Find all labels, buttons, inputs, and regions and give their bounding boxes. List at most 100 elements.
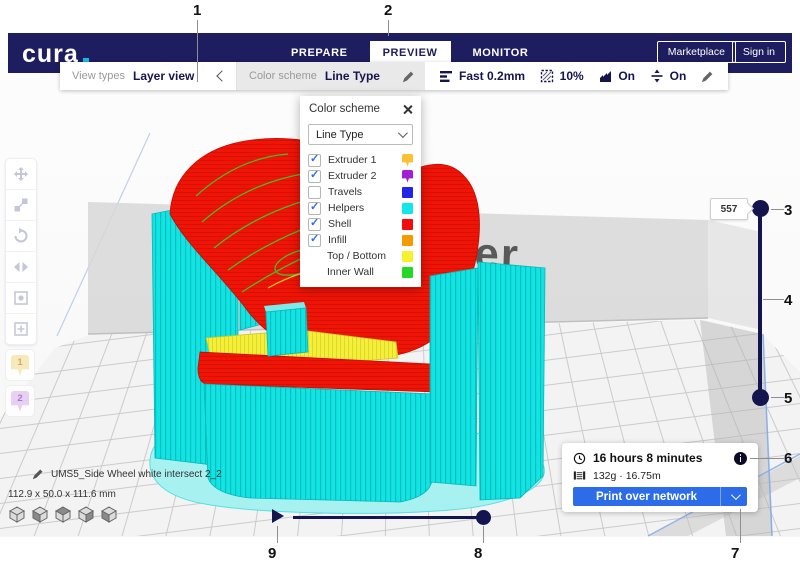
move-icon: [13, 166, 29, 182]
print-time-estimate: 16 hours 8 minutes: [593, 451, 702, 465]
color-swatch: [402, 251, 413, 262]
view-types-selector[interactable]: View types Layer view: [60, 62, 237, 90]
callout-line-5: [771, 397, 784, 398]
support-icon: [598, 69, 612, 83]
print-button-dropdown[interactable]: [720, 487, 747, 506]
color-scheme-row[interactable]: Travels: [300, 184, 421, 200]
adhesion-icon: [650, 69, 664, 83]
model-name: UMS5_Side Wheel white intersect 2_2: [51, 469, 222, 480]
print-over-network-button[interactable]: Print over network: [573, 487, 747, 506]
checkbox-checked[interactable]: ✓: [308, 218, 321, 231]
sign-in-button[interactable]: Sign in: [732, 41, 786, 63]
extruder-1-badge[interactable]: 1: [5, 349, 35, 381]
edit-pencil-icon[interactable]: [402, 70, 415, 83]
color-scheme-value: Line Type: [325, 69, 380, 83]
color-scheme-row[interactable]: Top / Bottom: [300, 248, 421, 264]
tool-support-blocker-icon[interactable]: [6, 314, 36, 344]
checkbox-checked[interactable]: ✓: [308, 170, 321, 183]
rename-pencil-icon[interactable]: [32, 468, 44, 480]
color-scheme-row[interactable]: Inner Wall: [300, 264, 421, 280]
popup-header: Color scheme: [300, 96, 421, 122]
color-scheme-row[interactable]: ✓Extruder 1: [300, 152, 421, 168]
cura-preview-window: ker: [0, 0, 800, 566]
color-scheme-row[interactable]: ✓Infill: [300, 232, 421, 248]
check-icon: ✓: [310, 200, 319, 213]
color-scheme-row[interactable]: ✓Extruder 2: [300, 168, 421, 184]
color-scheme-row[interactable]: ✓ Helpers: [300, 200, 421, 216]
view-front-button[interactable]: [31, 505, 49, 529]
callout-line-8: [483, 526, 484, 543]
line-type-label: Top / Bottom: [327, 250, 386, 262]
support-setting: On: [598, 69, 635, 83]
tool-rotate-icon[interactable]: [6, 221, 36, 252]
chevron-down-icon: [398, 128, 408, 138]
tool-move-icon[interactable]: [6, 159, 36, 190]
checkbox-checked[interactable]: ✓: [308, 234, 321, 247]
extruder-column: 12: [5, 349, 37, 417]
layer-slider-top-handle[interactable]: [752, 200, 769, 217]
line-type-label: Shell: [328, 218, 351, 230]
color-swatch: [402, 170, 413, 183]
layer-slider-track[interactable]: [758, 209, 762, 397]
tool-sidebar: 12: [5, 158, 37, 417]
view-top-button[interactable]: [54, 505, 72, 529]
info-icon[interactable]: [734, 452, 747, 465]
layer-slider-bottom-handle[interactable]: [752, 389, 769, 406]
print-settings-summary[interactable]: Fast 0.2mm 10% On: [425, 62, 728, 90]
print-action-panel: 16 hours 8 minutes 132g · 16.75m Print o…: [562, 443, 758, 512]
line-type-label: Travels: [328, 186, 362, 198]
edit-print-settings-icon[interactable]: [701, 70, 714, 83]
play-icon[interactable]: [272, 509, 284, 523]
material-spool-icon: [573, 469, 586, 482]
profile-setting: Fast 0.2mm: [439, 69, 525, 83]
callout-number-8: 8: [474, 546, 482, 561]
checkbox-checked[interactable]: ✓: [308, 154, 321, 167]
line-type-label: Helpers: [328, 202, 364, 214]
callout-number-1: 1: [193, 3, 201, 18]
model-info-overlay: UMS5_Side Wheel white intersect 2_2 112.…: [8, 468, 222, 529]
profile-value: Fast 0.2mm: [459, 69, 525, 83]
infill-setting: 10%: [540, 69, 584, 83]
view-left-button[interactable]: [77, 505, 95, 529]
color-scheme-selector[interactable]: Color scheme Line Type: [237, 62, 425, 90]
color-scheme-dropdown[interactable]: Line Type: [308, 124, 413, 145]
tool-scale-icon[interactable]: [6, 190, 36, 221]
marketplace-button[interactable]: Marketplace: [657, 41, 736, 63]
callout-line-4: [763, 299, 784, 300]
model-dimensions: 112.9 x 50.0 x 111.6 mm: [8, 489, 222, 500]
support-blocker-icon: [13, 321, 29, 337]
view-3d-icon: [8, 505, 26, 524]
check-icon: ✓: [310, 232, 319, 245]
color-scheme-row[interactable]: ✓ Shell: [300, 216, 421, 232]
view-3d-button[interactable]: [8, 505, 26, 529]
view-top-icon: [54, 505, 72, 524]
view-right-button[interactable]: [100, 505, 118, 529]
collapse-chevron-icon[interactable]: [216, 70, 227, 81]
callout-number-6: 6: [784, 451, 792, 466]
camera-view-buttons: [8, 505, 222, 529]
check-icon: ✓: [310, 168, 319, 181]
extruder-2-badge[interactable]: 2: [5, 385, 35, 417]
close-icon[interactable]: [403, 105, 412, 114]
infill-icon: [540, 69, 554, 83]
tool-per-model-settings-icon[interactable]: [6, 283, 36, 314]
scale-icon: [13, 197, 29, 213]
color-swatch: [402, 267, 413, 278]
callout-line-7: [740, 509, 741, 543]
tool-column: [5, 158, 37, 345]
callout-number-3: 3: [784, 203, 792, 218]
color-scheme-rows: ✓Extruder 1✓Extruder 2 Travels ✓ Helpers ✓ Sh…: [300, 152, 421, 280]
callout-number-9: 9: [268, 546, 276, 561]
simulation-slider-handle[interactable]: [476, 510, 491, 525]
check-icon: ✓: [310, 216, 319, 229]
checkbox-checked[interactable]: ✓: [308, 202, 321, 215]
checkbox-unchecked[interactable]: [308, 186, 321, 199]
line-type-label: Inner Wall: [327, 266, 374, 278]
simulation-slider-track[interactable]: [293, 516, 483, 519]
callout-number-4: 4: [784, 293, 792, 308]
view-types-label: View types: [72, 70, 125, 82]
tool-mirror-icon[interactable]: [6, 252, 36, 283]
color-swatch: [402, 203, 413, 214]
material-usage-estimate: 132g · 16.75m: [593, 470, 661, 482]
callout-number-2: 2: [384, 3, 392, 18]
